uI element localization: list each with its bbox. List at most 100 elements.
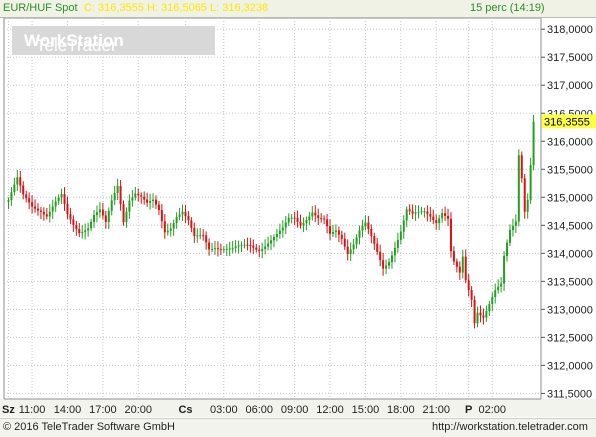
candle-body bbox=[296, 217, 299, 222]
candle-body bbox=[320, 218, 323, 220]
candle-body bbox=[402, 220, 405, 232]
candle-body bbox=[19, 177, 22, 186]
candle-body bbox=[261, 249, 264, 252]
candle-body bbox=[137, 193, 140, 196]
y-tick-label: 317,5000 bbox=[547, 52, 593, 64]
y-tick-label: 315,5000 bbox=[547, 164, 593, 176]
candle-body bbox=[208, 242, 211, 250]
candle-body bbox=[78, 229, 81, 234]
candle-body bbox=[166, 230, 169, 233]
candle-body bbox=[134, 193, 137, 198]
y-tick-label: 313,0000 bbox=[547, 304, 593, 316]
candle-body bbox=[60, 194, 63, 198]
candle-body bbox=[488, 304, 491, 312]
y-tick-label: 315,0000 bbox=[547, 192, 593, 204]
candle-body bbox=[10, 192, 13, 201]
candle-body bbox=[178, 214, 181, 217]
candle-body bbox=[278, 230, 281, 235]
copyright-text: © 2016 TeleTrader Software GmbH bbox=[3, 421, 175, 433]
candle-body bbox=[382, 260, 385, 269]
candle-body bbox=[355, 237, 358, 245]
candle-body bbox=[34, 206, 37, 209]
candle-body bbox=[326, 219, 329, 227]
candle-body bbox=[352, 244, 355, 250]
candle-body bbox=[75, 224, 78, 230]
x-tick-label: 06:00 bbox=[245, 404, 273, 416]
candle-body bbox=[246, 244, 249, 246]
candle-body bbox=[441, 213, 444, 219]
candle-body bbox=[305, 220, 308, 224]
candle-body bbox=[107, 210, 110, 222]
candle-body bbox=[485, 311, 488, 318]
candle-body bbox=[101, 209, 104, 216]
x-tick-label: 21:00 bbox=[422, 404, 450, 416]
candle-body bbox=[532, 121, 535, 166]
candle-body bbox=[205, 235, 208, 243]
candle-body bbox=[57, 197, 60, 202]
candle-body bbox=[270, 240, 273, 244]
candle-body bbox=[370, 229, 373, 237]
candle-body bbox=[506, 242, 509, 256]
candle-body bbox=[219, 249, 222, 251]
candle-body bbox=[299, 221, 302, 226]
candle-body bbox=[435, 220, 438, 224]
candle-body bbox=[417, 211, 420, 213]
candle-body bbox=[231, 248, 234, 250]
candle-body bbox=[343, 238, 346, 247]
plot-area bbox=[3, 17, 542, 400]
candle-body bbox=[447, 216, 450, 219]
candle-body bbox=[517, 155, 520, 222]
candle-body bbox=[376, 243, 379, 252]
candle-body bbox=[22, 185, 25, 195]
candle-body bbox=[90, 221, 93, 229]
candle-body bbox=[72, 219, 75, 225]
candle-body bbox=[187, 215, 190, 221]
candle-body bbox=[184, 211, 187, 216]
candle-body bbox=[128, 200, 131, 212]
candle-body bbox=[323, 218, 326, 220]
candle-body bbox=[196, 235, 199, 237]
candle-body bbox=[346, 246, 349, 254]
candle-body bbox=[396, 239, 399, 248]
candle-body bbox=[423, 211, 426, 213]
candle-body bbox=[497, 286, 500, 291]
candle-body bbox=[131, 197, 134, 201]
x-tick-label: 12:00 bbox=[316, 404, 344, 416]
candle-body bbox=[51, 206, 54, 212]
candle-body bbox=[281, 227, 284, 231]
candle-body bbox=[458, 266, 461, 273]
candle-body bbox=[13, 184, 16, 193]
candle-body bbox=[408, 209, 411, 212]
candle-body bbox=[503, 255, 506, 284]
candle-body bbox=[311, 212, 314, 217]
candle-body bbox=[373, 236, 376, 244]
candle-body bbox=[275, 234, 278, 238]
candle-body bbox=[461, 256, 464, 273]
y-tick-label: 312,5000 bbox=[547, 332, 593, 344]
candle-body bbox=[116, 185, 119, 193]
last-price-label: 316,3555 bbox=[544, 116, 590, 128]
candle-body bbox=[87, 228, 90, 231]
candle-body bbox=[514, 221, 517, 226]
candle-body bbox=[48, 211, 51, 217]
candle-body bbox=[81, 232, 84, 234]
x-tick-label: P bbox=[465, 404, 472, 416]
candle-body bbox=[140, 195, 143, 197]
candle-body bbox=[426, 211, 429, 215]
candle-body bbox=[84, 230, 87, 233]
x-tick-label: 18:00 bbox=[387, 404, 415, 416]
y-tick-label: 314,0000 bbox=[547, 248, 593, 260]
candle-body bbox=[255, 247, 258, 250]
candle-body bbox=[54, 201, 57, 207]
candle-body bbox=[470, 290, 473, 300]
candle-body bbox=[287, 217, 290, 223]
last-price-marker: 316,3555 bbox=[542, 114, 596, 129]
candle-body bbox=[449, 218, 452, 252]
candle-body bbox=[302, 223, 305, 226]
watermark-brand: TeleTrader bbox=[36, 36, 117, 55]
candle-body bbox=[467, 280, 470, 291]
x-tick-label: 15:00 bbox=[352, 404, 380, 416]
candle-body bbox=[249, 244, 252, 246]
y-tick-label: 312,0000 bbox=[547, 360, 593, 372]
price-chart: 318,0000317,5000317,0000316,5000316,0000… bbox=[0, 17, 596, 417]
